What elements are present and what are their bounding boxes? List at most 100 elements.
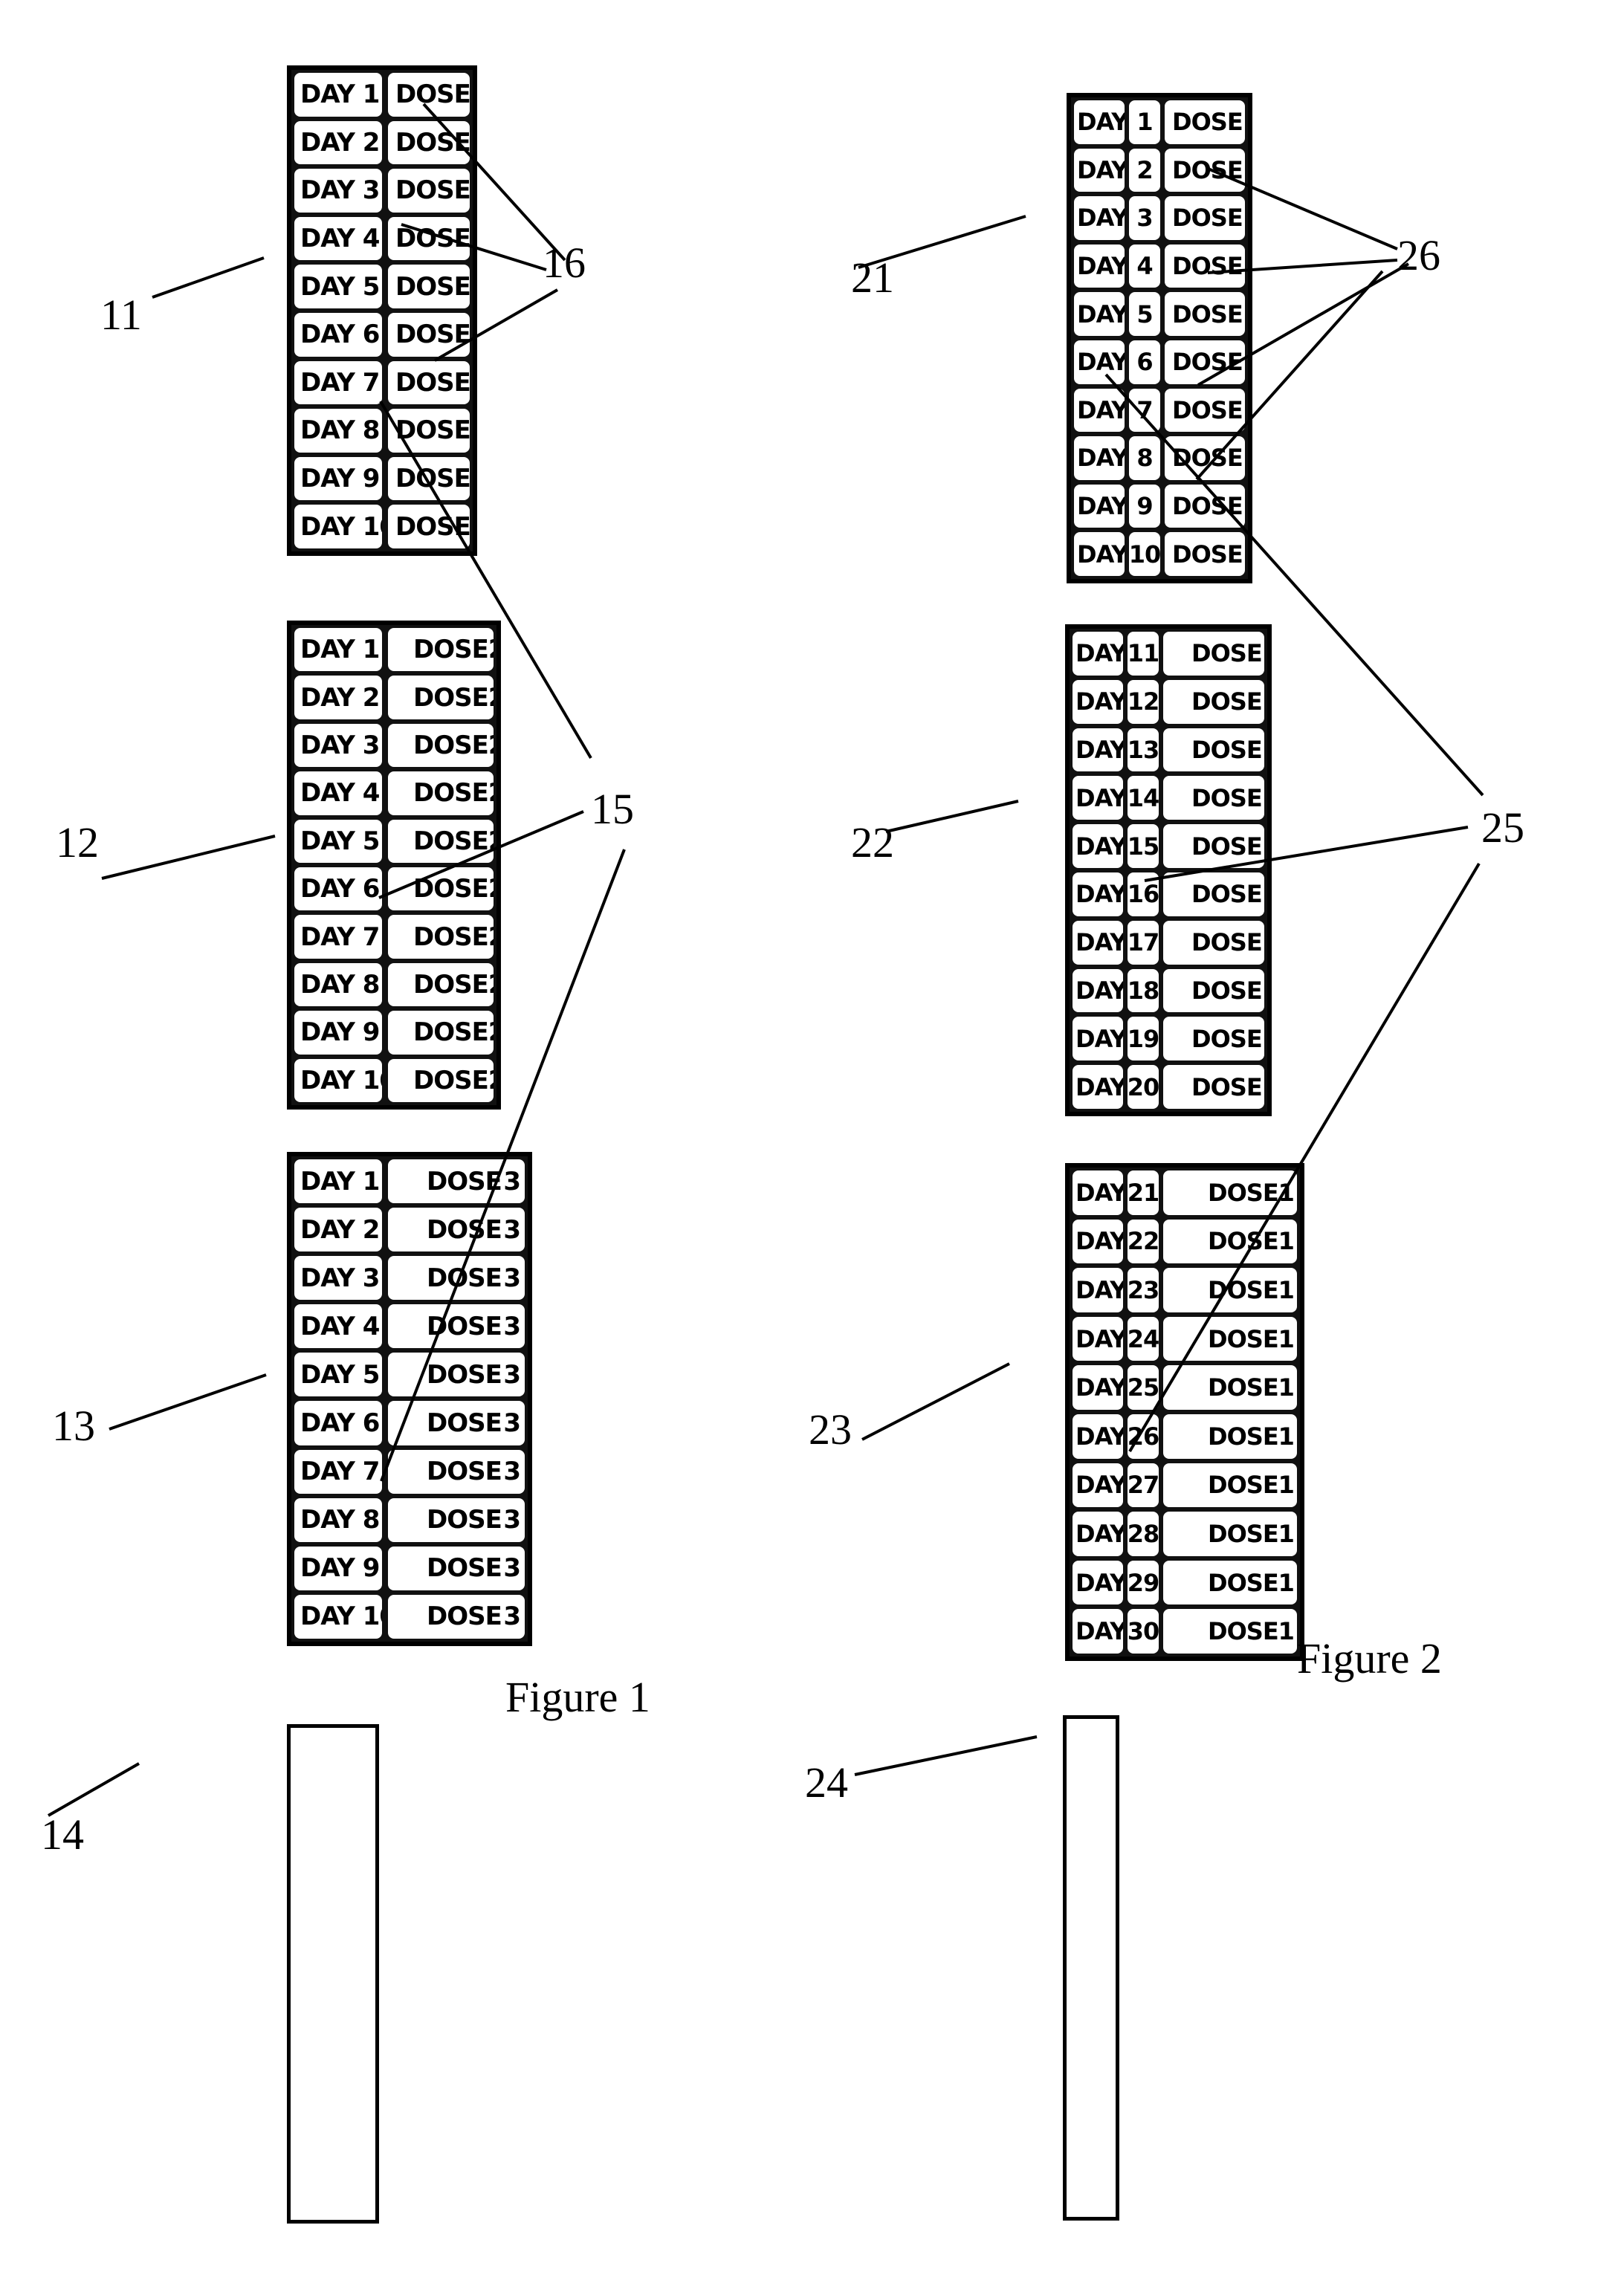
day-word-cell: DAY xyxy=(1074,388,1125,433)
dose-number: 2 xyxy=(488,683,494,713)
day-word-cell: DAY xyxy=(1073,728,1123,772)
day-word-cell: DAY xyxy=(1073,1463,1123,1508)
dose-cell: DOSE2 xyxy=(388,867,494,911)
day-cell: DAY 5 xyxy=(294,819,382,864)
dose-number: 1 xyxy=(1278,1373,1295,1402)
dose-label: DOSE xyxy=(1172,348,1243,377)
day-cell: DAY 9 xyxy=(294,1011,382,1055)
dose-cell: DOSE1 xyxy=(1165,436,1245,480)
dose-cell: DOSE1 xyxy=(388,409,470,453)
dose-cell: DOSE1 xyxy=(1165,100,1245,144)
dose-cell: DOSE1 xyxy=(1163,632,1264,676)
dose-cell: DOSE 3 xyxy=(388,1256,525,1301)
dose-label: DOSE xyxy=(395,511,470,542)
blister-row: DAY 10DOSE2 xyxy=(294,1058,494,1103)
dose-cell: DOSE1 xyxy=(1163,824,1264,868)
dose-cell: DOSE1 xyxy=(388,456,470,501)
blister-row: DAY11DOSE1 xyxy=(1073,632,1264,676)
dose-cell: DOSE 3 xyxy=(388,1497,525,1542)
dose-cell: DOSE1 xyxy=(1165,484,1245,528)
dose-cell: DOSE1 xyxy=(388,73,470,117)
dose-label: DOSE xyxy=(413,1017,489,1048)
day-number-cell: 28 xyxy=(1128,1512,1159,1556)
dose-cell: DOSE2 xyxy=(388,628,494,672)
day-number-cell: 26 xyxy=(1128,1413,1159,1459)
day-cell: DAY 1 xyxy=(294,73,382,117)
dose-number: 2 xyxy=(488,778,494,808)
blister-row: DAY 2DOSE2 xyxy=(294,676,494,719)
blister-row: DAY 10DOSE1 xyxy=(294,505,470,548)
dose-label: DOSE xyxy=(413,778,489,809)
dose-label: DOSE xyxy=(1208,1275,1279,1304)
day-word-cell: DAY xyxy=(1073,1413,1123,1459)
dose-number: 1 xyxy=(1243,204,1245,232)
dose-cell: DOSE1 xyxy=(1165,388,1245,433)
dose-label: DOSE xyxy=(1172,540,1243,569)
dose-number: 3 xyxy=(503,1166,521,1196)
dose-label: DOSE xyxy=(1172,395,1243,424)
dose-cell: DOSE1 xyxy=(1165,340,1245,384)
dose-cell: DOSE1 xyxy=(388,505,470,548)
day-word-cell: DAY xyxy=(1073,632,1123,676)
dose-label: DOSE xyxy=(427,1359,502,1390)
day-word-cell: DAY xyxy=(1074,436,1125,480)
dose-label: DOSE xyxy=(1191,880,1263,909)
blister-row: DAY 1 DOSE 3 xyxy=(294,1159,525,1204)
blister-row: DAY 3 DOSE 3 xyxy=(294,1256,525,1301)
blister-row: DAY 29 DOSE 1 xyxy=(1073,1560,1297,1605)
dose-cell: DOSE 3 xyxy=(388,1159,525,1204)
dose-label: DOSE xyxy=(427,1166,502,1196)
dose-cell: DOSE1 xyxy=(1163,1365,1297,1410)
dose-cell: DOSE2 xyxy=(388,819,494,864)
leader-14 xyxy=(48,1762,140,1817)
dose-label: DOSE xyxy=(1172,299,1243,328)
dose-label: DOSE xyxy=(1172,492,1243,521)
blister-row: DAY2DOSE1 xyxy=(1074,148,1245,192)
dose-cell: DOSE2 xyxy=(388,676,494,719)
dose-number: 1 xyxy=(1243,156,1245,184)
dose-label: DOSE xyxy=(1191,783,1263,812)
dose-cell: DOSE1 xyxy=(1163,1463,1297,1508)
dose-number: 1 xyxy=(1262,880,1264,908)
dose-cell: DOSE1 xyxy=(1163,1512,1297,1556)
dose-label: DOSE xyxy=(395,175,470,206)
blister-row: DAY 7DOSE1 xyxy=(294,360,470,405)
dose-cell: DOSE2 xyxy=(388,1011,494,1055)
blister-row: DAY4DOSE1 xyxy=(1074,244,1245,288)
dose-number: 2 xyxy=(488,1017,494,1047)
dose-label: DOSE xyxy=(413,1065,489,1095)
blister-row: DAY 1DOSE2 xyxy=(294,628,494,672)
ref-label-13: 13 xyxy=(52,1402,95,1450)
dose-number: 1 xyxy=(1262,736,1264,764)
dose-number: 2 xyxy=(488,874,494,904)
dose-cell: DOSE 3 xyxy=(388,1353,525,1397)
blank-card-24 xyxy=(1063,1715,1119,2221)
day-cell: DAY 10 xyxy=(294,505,382,548)
dose-number: 1 xyxy=(1278,1275,1295,1304)
day-cell: DAY 2 xyxy=(294,676,382,719)
blister-row: DAY 8DOSE1 xyxy=(294,409,470,453)
dose-cell: DOSE1 xyxy=(1163,728,1264,772)
dose-number: 1 xyxy=(1278,1471,1295,1500)
blister-row: DAY 7 DOSE 3 xyxy=(294,1449,525,1494)
blister-row: DAY 10DOSE3 xyxy=(294,1594,525,1639)
dose-number: 1 xyxy=(1278,1324,1295,1353)
blister-row: DAY 7DOSE2 xyxy=(294,915,494,959)
blister-row: DAY5DOSE1 xyxy=(1074,292,1245,336)
day-word-cell: DAY xyxy=(1073,1316,1123,1361)
leader-11 xyxy=(152,256,265,299)
blister-row: DAY 3DOSE1 xyxy=(294,169,470,213)
dose-label: DOSE xyxy=(413,635,489,665)
dose-card-12: DAY 1DOSE2DAY 2DOSE2DAY 3DOSE2DAY 4DOSE2… xyxy=(287,621,501,1110)
day-number-cell: 18 xyxy=(1128,968,1159,1013)
dose-number: 2 xyxy=(488,635,494,664)
day-cell: DAY 2 xyxy=(294,120,382,165)
dose-cell: DOSE2 xyxy=(388,915,494,959)
dose-label: DOSE xyxy=(1208,1568,1279,1597)
day-word-cell: DAY xyxy=(1073,1219,1123,1264)
dose-number: 2 xyxy=(488,922,494,952)
dose-label: DOSE xyxy=(395,320,470,350)
day-word-cell: DAY xyxy=(1073,679,1123,724)
blister-row: DAY 21 DOSE 1 xyxy=(1073,1170,1297,1215)
day-word-cell: DAY xyxy=(1073,1512,1123,1556)
